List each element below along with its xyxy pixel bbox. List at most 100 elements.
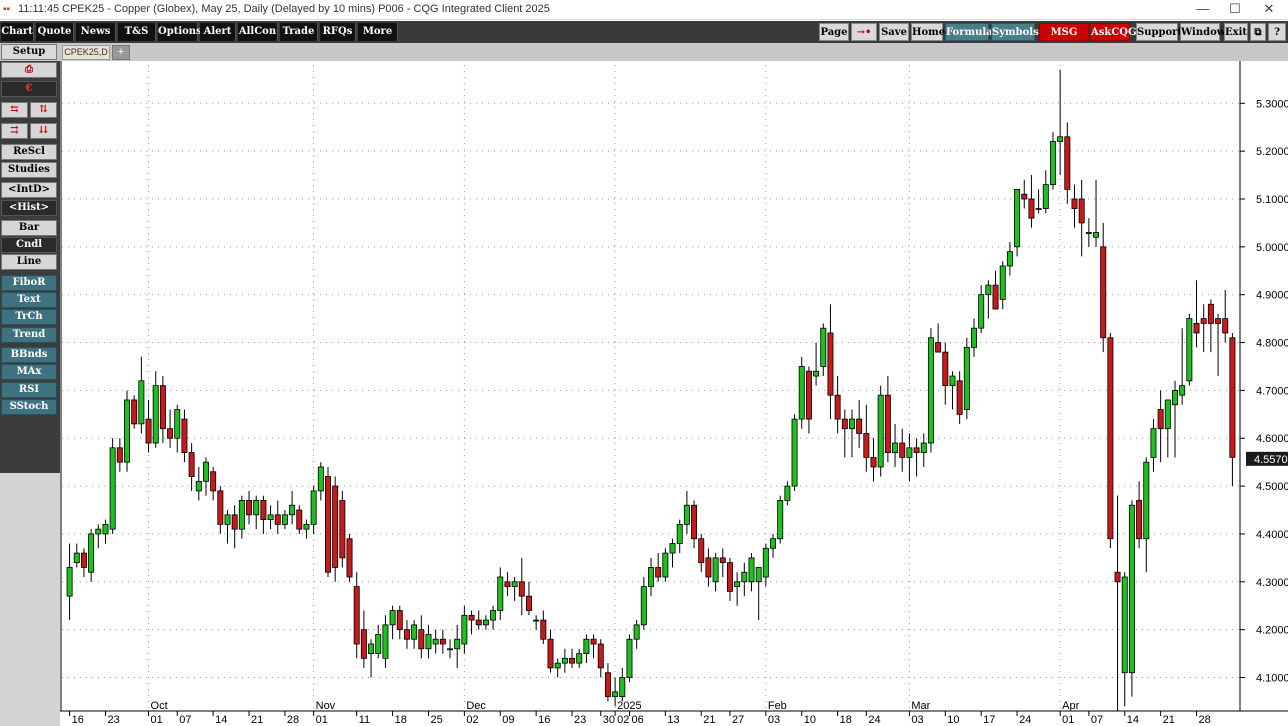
scroll-vertical-icon[interactable]: ⇅ bbox=[30, 102, 57, 118]
trend-channel-button[interactable]: TrCh bbox=[1, 309, 57, 325]
candle-body bbox=[103, 524, 108, 534]
historical-button[interactable]: <Hist> bbox=[1, 200, 57, 216]
eraser-icon[interactable]: € bbox=[1, 81, 57, 97]
candle-body bbox=[175, 410, 180, 439]
candle-body bbox=[433, 639, 438, 644]
candle-body bbox=[569, 658, 574, 663]
candle-body bbox=[1201, 319, 1206, 324]
maximize-button[interactable]: ☐ bbox=[1220, 1, 1250, 19]
candle-body bbox=[634, 625, 639, 639]
print-icon[interactable]: ⎙ bbox=[1, 62, 57, 78]
home-button[interactable]: Home bbox=[911, 23, 943, 41]
menu-quote[interactable]: Quote bbox=[36, 23, 74, 41]
candle-body bbox=[842, 419, 847, 429]
date-label: 16 bbox=[72, 714, 84, 726]
menu-ts[interactable]: T&S bbox=[118, 23, 156, 41]
save-button[interactable]: Save bbox=[879, 23, 909, 41]
link-button[interactable]: →• bbox=[851, 23, 877, 41]
candle-body bbox=[598, 644, 603, 668]
y-tick-label: 4.9000 bbox=[1256, 290, 1288, 302]
y-tick-label: 5.0000 bbox=[1256, 242, 1288, 254]
rsi-button[interactable]: RSI bbox=[1, 382, 57, 398]
candle-body bbox=[785, 486, 790, 500]
restore-icon[interactable]: ⧉ bbox=[1250, 23, 1266, 41]
formula-button[interactable]: Formula bbox=[945, 23, 989, 41]
menu-chart[interactable]: Chart bbox=[1, 23, 34, 41]
menu-rfqs[interactable]: RFQs bbox=[320, 23, 356, 41]
menu-trade[interactable]: Trade bbox=[280, 23, 318, 41]
candle-body bbox=[297, 510, 302, 529]
zoom-horizontal-icon[interactable]: ⇉ bbox=[1, 123, 28, 139]
menu-allcon[interactable]: AllCon bbox=[238, 23, 278, 41]
candle-body bbox=[1029, 199, 1034, 218]
price-chart[interactable]: 4.10004.20004.30004.40004.50004.60004.70… bbox=[60, 61, 1288, 726]
candle-chart-button[interactable]: Cndl bbox=[1, 237, 57, 253]
y-tick-label: 4.8000 bbox=[1256, 338, 1288, 350]
date-label: 02 bbox=[466, 714, 478, 726]
candle-body bbox=[562, 658, 567, 663]
moving-average-button[interactable]: MAx bbox=[1, 364, 57, 380]
window-button[interactable]: Window bbox=[1180, 23, 1220, 41]
date-label: 23 bbox=[574, 714, 586, 726]
zoom-vertical-icon[interactable]: ⇊ bbox=[30, 123, 57, 139]
scroll-horizontal-icon[interactable]: ⇆ bbox=[1, 102, 28, 118]
support-button[interactable]: Support bbox=[1136, 23, 1178, 41]
y-tick-label: 4.3000 bbox=[1256, 577, 1288, 589]
bollinger-bands-button[interactable]: BBnds bbox=[1, 347, 57, 363]
candle-body bbox=[354, 587, 359, 644]
candle-body bbox=[864, 433, 869, 457]
candle-body bbox=[979, 295, 984, 328]
candle-body bbox=[993, 285, 998, 309]
rescale-button[interactable]: ReScl bbox=[1, 144, 57, 160]
menu-more[interactable]: More bbox=[358, 23, 398, 41]
bar-chart-button[interactable]: Bar bbox=[1, 220, 57, 236]
exit-button[interactable]: Exit bbox=[1224, 23, 1248, 41]
candle-body bbox=[340, 500, 345, 557]
intraday-button[interactable]: <IntD> bbox=[1, 182, 57, 198]
add-tab-button[interactable]: + bbox=[112, 45, 130, 60]
candle-body bbox=[656, 567, 661, 577]
candle-body bbox=[232, 515, 237, 529]
tab-cpek25[interactable]: CPEK25,D bbox=[62, 45, 110, 60]
window-title: CPEK25 - Copper (Globex), May 25, Daily … bbox=[62, 3, 550, 15]
candle-body bbox=[447, 649, 452, 650]
date-label: 11 bbox=[359, 714, 370, 726]
candle-body bbox=[1122, 577, 1127, 673]
studies-button[interactable]: Studies bbox=[1, 162, 57, 178]
fibonacci-button[interactable]: FiboR bbox=[1, 275, 57, 291]
candle-body bbox=[89, 534, 94, 572]
msg-center-button[interactable]: MSG Cntr bbox=[1039, 23, 1089, 41]
candle-body bbox=[943, 352, 948, 385]
menu-news[interactable]: News bbox=[76, 23, 116, 41]
help-button[interactable]: ? bbox=[1268, 23, 1286, 41]
candle-body bbox=[74, 553, 79, 563]
page-button[interactable]: Page bbox=[819, 23, 849, 41]
y-tick-label: 4.4000 bbox=[1256, 529, 1288, 541]
close-button[interactable]: ✕ bbox=[1254, 1, 1284, 19]
text-tool-button[interactable]: Text bbox=[1, 292, 57, 308]
line-chart-button[interactable]: Line bbox=[1, 254, 57, 270]
trend-line-button[interactable]: Trend bbox=[1, 327, 57, 343]
candle-body bbox=[1172, 390, 1177, 404]
candle-body bbox=[677, 524, 682, 543]
slow-stochastic-button[interactable]: SStoch bbox=[1, 399, 57, 415]
askcqg-button[interactable]: AskCQG bbox=[1090, 23, 1130, 41]
candle-body bbox=[950, 376, 955, 386]
menu-options[interactable]: Options bbox=[158, 23, 198, 41]
candle-body bbox=[347, 539, 352, 577]
candle-body bbox=[900, 443, 905, 457]
candle-body bbox=[333, 486, 338, 567]
candle-body bbox=[1014, 189, 1019, 246]
candle-body bbox=[268, 515, 273, 520]
candle-body bbox=[727, 563, 732, 592]
minimize-button[interactable]: — bbox=[1188, 1, 1218, 19]
menu-bar: Chart Quote News T&S Options Alert AllCo… bbox=[0, 21, 1288, 43]
setup-button[interactable]: Setup bbox=[1, 44, 57, 60]
menu-alert[interactable]: Alert bbox=[200, 23, 236, 41]
symbols-button[interactable]: Symbols bbox=[991, 23, 1035, 41]
month-label: Nov bbox=[316, 700, 336, 712]
candle-body bbox=[419, 630, 424, 649]
candle-body bbox=[225, 515, 230, 525]
candle-body bbox=[591, 639, 596, 644]
date-label: 14 bbox=[1127, 714, 1139, 726]
